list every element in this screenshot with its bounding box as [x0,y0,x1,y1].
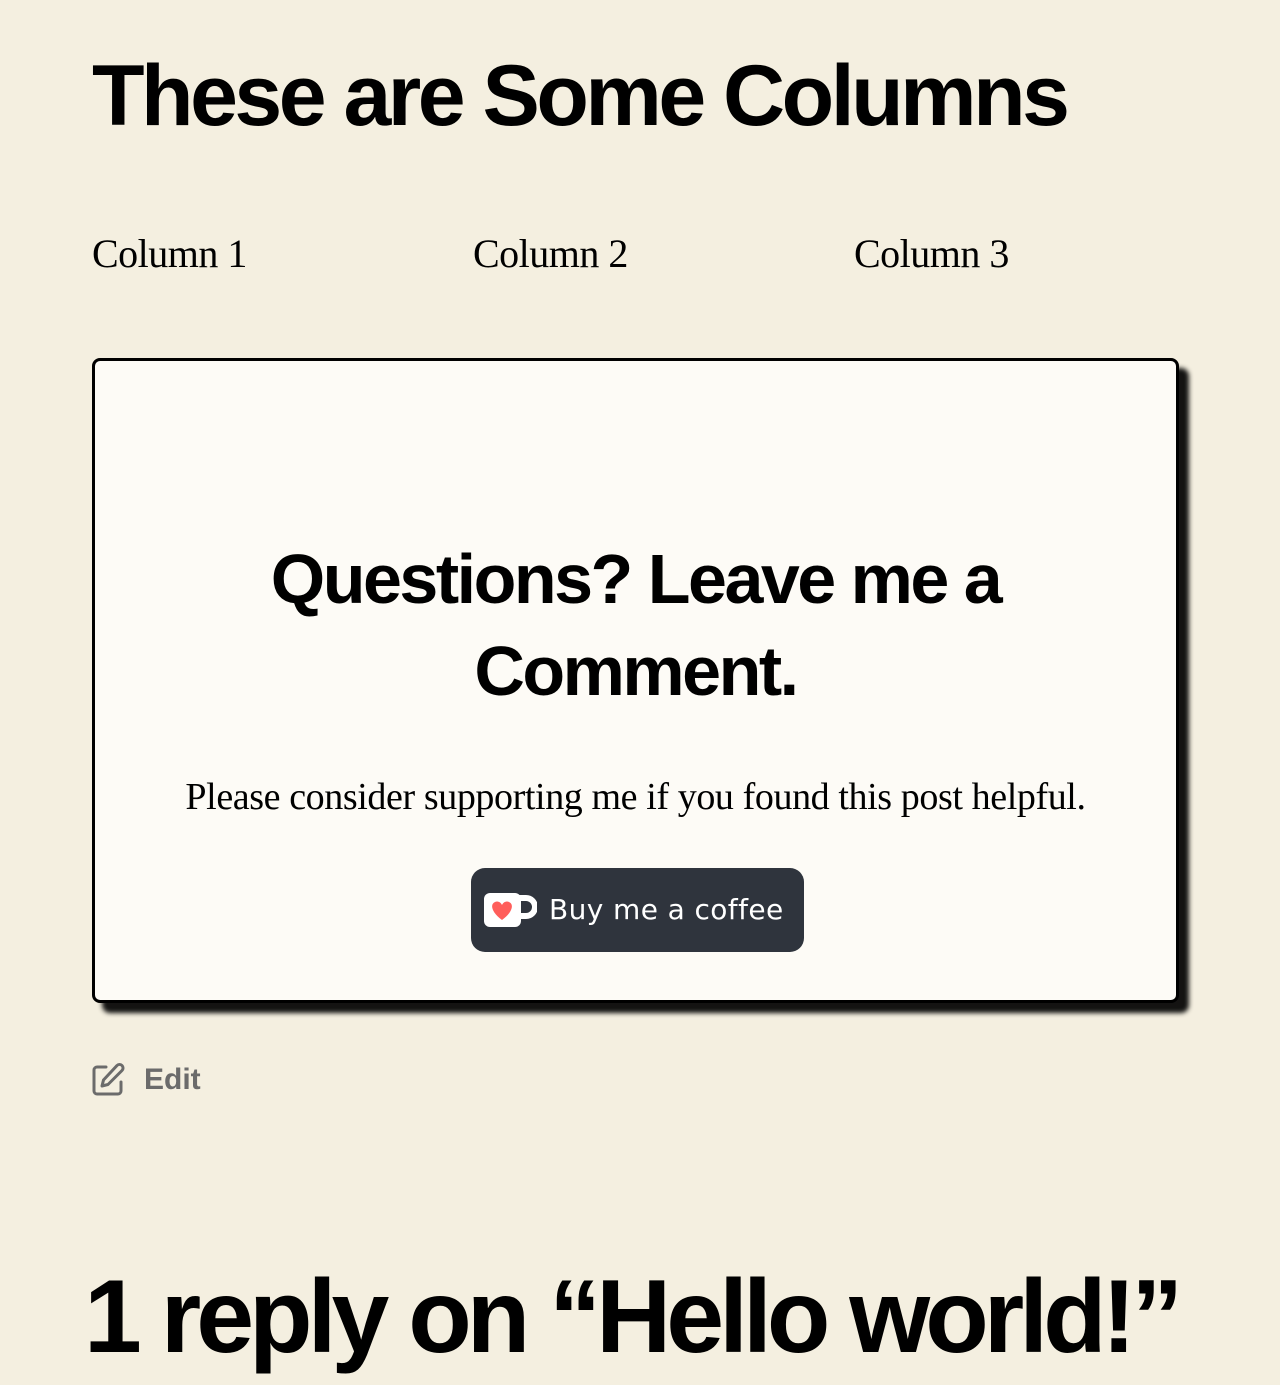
comments-title: 1 reply on “Hello world!” [84,1259,1183,1375]
ko-fi-cup-heart-icon [483,891,538,929]
column-3: Column 3 [854,231,1009,276]
column-1: Column 1 [92,231,247,276]
column-2: Column 2 [473,231,628,276]
edit-icon [90,1062,126,1098]
buy-me-a-coffee-label: Buy me a coffee [549,893,784,926]
page-title: These are Some Columns [92,48,1070,144]
edit-label: Edit [144,1063,201,1096]
support-card-text: Please consider supporting me if you fou… [185,776,1086,818]
support-card-heading: Questions? Leave me a Comment. [270,540,1003,710]
columns-block: Column 1 Column 2 Column 3 [92,226,1236,282]
support-card: Questions? Leave me a Comment. Please co… [92,358,1179,1003]
buy-me-a-coffee-button[interactable]: Buy me a coffee [471,868,804,952]
edit-link[interactable]: Edit [90,1060,201,1100]
